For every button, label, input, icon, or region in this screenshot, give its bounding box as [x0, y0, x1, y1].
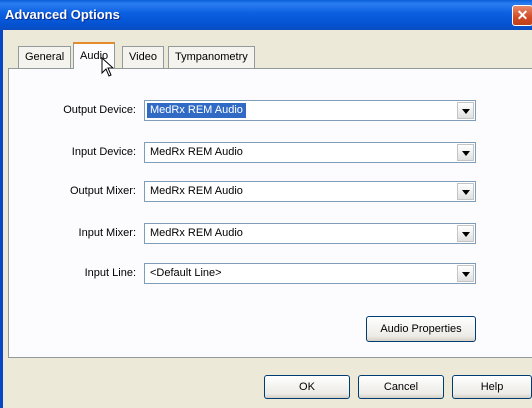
- chevron-down-icon[interactable]: [457, 102, 474, 119]
- chevron-down-icon[interactable]: [457, 225, 474, 242]
- output-device-label: Output Device:: [63, 104, 136, 116]
- window-title: Advanced Options: [5, 7, 120, 22]
- help-button[interactable]: Help: [452, 375, 532, 399]
- cancel-button[interactable]: Cancel: [358, 375, 444, 399]
- input-mixer-label: Input Mixer:: [78, 227, 136, 239]
- title-bar: Advanced Options ✕: [0, 0, 532, 30]
- output-mixer-label: Output Mixer:: [69, 185, 136, 197]
- input-line-select[interactable]: <Default Line>: [144, 263, 476, 284]
- window-frame-left: [0, 30, 3, 408]
- output-device-select[interactable]: MedRx REM Audio: [144, 100, 476, 121]
- output-mixer-value: MedRx REM Audio: [150, 185, 243, 197]
- audio-properties-button[interactable]: Audio Properties: [366, 316, 476, 342]
- chevron-down-icon[interactable]: [457, 265, 474, 282]
- tab-label: Video: [129, 51, 157, 63]
- tab-label: General: [25, 51, 65, 63]
- tab-video[interactable]: Video: [122, 46, 164, 68]
- tab-label: Tympanometry: [175, 51, 248, 63]
- tab-tympanometry[interactable]: Tympanometry: [168, 46, 255, 68]
- close-icon: ✕: [516, 7, 529, 23]
- input-device-label: Input Device:: [71, 146, 136, 158]
- input-device-select[interactable]: MedRx REM Audio: [144, 142, 476, 163]
- mouse-pointer-icon: [101, 57, 115, 77]
- input-line-value: <Default Line>: [150, 267, 222, 279]
- chevron-down-icon[interactable]: [457, 183, 474, 200]
- input-device-value: MedRx REM Audio: [150, 146, 243, 158]
- chevron-down-icon[interactable]: [457, 144, 474, 161]
- close-button[interactable]: ✕: [512, 5, 532, 26]
- tab-general[interactable]: General: [18, 46, 72, 68]
- output-mixer-select[interactable]: MedRx REM Audio: [144, 181, 476, 202]
- ok-button[interactable]: OK: [264, 375, 350, 399]
- input-line-label: Input Line:: [84, 267, 136, 279]
- output-device-value: MedRx REM Audio: [147, 103, 246, 118]
- input-mixer-value: MedRx REM Audio: [150, 227, 243, 239]
- input-mixer-select[interactable]: MedRx REM Audio: [144, 223, 476, 244]
